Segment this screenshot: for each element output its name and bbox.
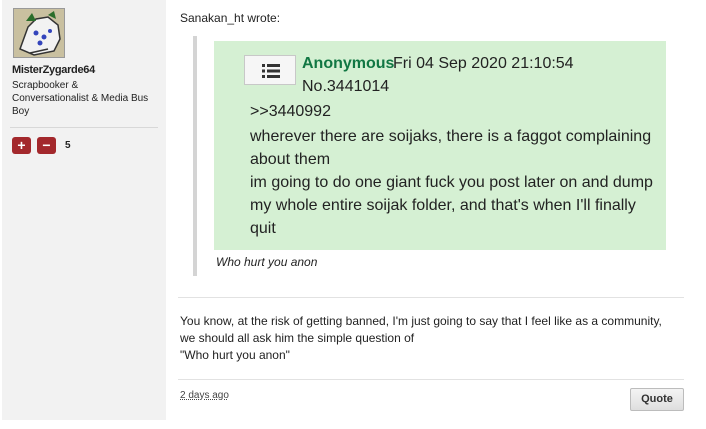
post-divider — [178, 297, 684, 298]
username[interactable]: MisterZygarde64 — [12, 64, 95, 76]
screenshot-reply-ref: >>3440992 — [250, 103, 331, 120]
screenshot-post-number: No.3441014 — [302, 78, 390, 95]
zygarde-avatar-icon — [14, 9, 64, 57]
quote-button[interactable]: Quote — [630, 388, 684, 411]
screenshot-body: wherever there are soijaks, there is a f… — [250, 128, 653, 237]
quote-author-line: Sanakan_ht wrote: — [180, 11, 281, 25]
reputation-plus-button[interactable]: + — [12, 137, 31, 154]
quote-text: Who hurt you anon — [216, 255, 318, 269]
avatar[interactable] — [13, 8, 65, 58]
screenshot-menu-button — [244, 55, 296, 85]
post-timestamp[interactable]: 2 days ago — [180, 390, 229, 401]
screenshot-datetime: Fri 04 Sep 2020 21:10:54 — [393, 55, 574, 72]
reputation-count: 5 — [65, 140, 71, 151]
reputation-minus-button[interactable]: − — [37, 137, 56, 154]
sidebar-divider — [10, 127, 158, 128]
post-body: You know, at the risk of getting banned,… — [180, 314, 662, 362]
user-title: Scrapbooker & Conversationalist & Media … — [12, 80, 149, 117]
screenshot-poster-name: Anonymous — [302, 55, 395, 72]
user-sidebar: MisterZygarde64 Scrapbooker & Conversati… — [2, 0, 166, 420]
menu-list-icon — [262, 64, 280, 78]
post-footer-divider — [178, 379, 684, 380]
